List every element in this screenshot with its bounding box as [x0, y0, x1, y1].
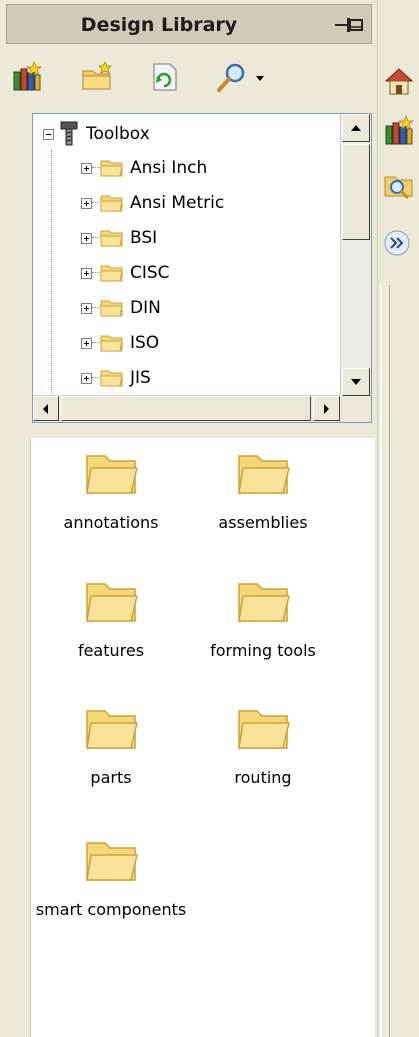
hscroll-thumb[interactable]: [61, 396, 311, 421]
expand-toggle-icon[interactable]: [81, 337, 92, 349]
folder-icon: [100, 230, 123, 247]
tree-item-label: JIS: [130, 368, 151, 388]
home-tab-icon[interactable]: [382, 64, 416, 98]
panel-title-bar: Design Library: [6, 4, 372, 44]
search-icon[interactable]: [215, 60, 249, 94]
tree-item-folder[interactable]: CISC: [81, 256, 170, 290]
file-item[interactable]: features: [31, 576, 191, 662]
folder-icon: [86, 842, 138, 881]
collapse-toggle-icon[interactable]: [43, 128, 54, 140]
file-item[interactable]: smart components: [31, 835, 191, 921]
folder-icon: [100, 300, 123, 317]
file-item[interactable]: annotations: [31, 448, 191, 534]
expand-toggle-icon[interactable]: [81, 372, 92, 384]
tree-item-folder[interactable]: ISO: [81, 326, 159, 360]
add-to-library-icon[interactable]: [10, 60, 44, 94]
tree-item-label: BSI: [130, 228, 158, 248]
expand-toggle-icon[interactable]: [81, 267, 92, 279]
expand-toggle-icon[interactable]: [81, 232, 92, 244]
file-item-label: annotations: [63, 513, 159, 532]
arrow-down-icon: [351, 379, 361, 385]
task-pane-divider: [380, 285, 390, 1037]
dropdown-arrow-icon[interactable]: [250, 60, 270, 94]
folder-icon: [86, 583, 138, 622]
folder-icon: [86, 710, 138, 749]
expand-toggle-icon[interactable]: [81, 162, 92, 174]
scroll-thumb[interactable]: [342, 144, 370, 240]
scroll-right-button[interactable]: [313, 396, 340, 421]
folder-icon: [86, 455, 138, 494]
expand-chevron-icon[interactable]: [382, 228, 412, 258]
library-toolbar: [10, 60, 370, 96]
expand-toggle-icon[interactable]: [81, 197, 92, 209]
tree-item-label: CISC: [130, 263, 170, 283]
file-item[interactable]: assemblies: [183, 448, 343, 534]
refresh-icon[interactable]: [148, 60, 182, 94]
folder-icon: [100, 195, 123, 212]
arrow-up-icon: [351, 125, 361, 131]
folder-icon: [100, 370, 123, 387]
design-library-panel: Design Library Toolbox Ansi Inch Ansi Me…: [0, 0, 377, 1037]
folder-icon: [100, 265, 123, 282]
toolbox-icon: [60, 121, 78, 146]
file-item-label: routing: [234, 768, 292, 787]
tree-item-label: ISO: [130, 333, 160, 353]
file-item-label: smart components: [35, 900, 187, 919]
file-item[interactable]: routing: [183, 703, 343, 789]
folder-icon: [100, 160, 123, 177]
tree-item-folder[interactable]: Ansi Metric: [81, 186, 224, 220]
panel-title: Design Library: [80, 14, 238, 36]
file-list-pane: annotations assemblies features forming too…: [30, 438, 375, 1037]
toolbox-tree: Toolbox Ansi Inch Ansi Metric BSI CISC DIN IS…: [32, 113, 372, 423]
pin-icon[interactable]: [333, 15, 365, 35]
tree-item-label: Toolbox: [86, 124, 150, 144]
design-library-tab-icon[interactable]: [382, 114, 416, 148]
pane-splitter[interactable]: [30, 427, 374, 435]
tree-viewport: Toolbox Ansi Inch Ansi Metric BSI CISC DIN IS…: [33, 114, 341, 397]
file-item-label: parts: [90, 768, 132, 787]
folder-icon: [238, 710, 290, 749]
new-folder-icon[interactable]: [80, 60, 114, 94]
file-explorer-tab-icon[interactable]: [382, 168, 416, 202]
file-item-label: features: [77, 641, 145, 660]
tree-horizontal-scrollbar[interactable]: [33, 395, 341, 422]
tree-item-folder[interactable]: DIN: [81, 291, 161, 325]
tree-item-folder[interactable]: BSI: [81, 221, 157, 255]
folder-icon: [238, 455, 290, 494]
scrollbar-corner: [341, 396, 371, 422]
scroll-down-button[interactable]: [342, 368, 370, 396]
file-item-label: forming tools: [210, 641, 316, 660]
file-item[interactable]: parts: [31, 703, 191, 789]
folder-icon: [100, 335, 123, 352]
tree-item-folder[interactable]: JIS: [81, 361, 151, 395]
tree-item-folder[interactable]: Ansi Inch: [81, 151, 207, 185]
arrow-right-icon: [324, 404, 329, 414]
expand-toggle-icon[interactable]: [81, 302, 92, 314]
folder-icon: [238, 583, 290, 622]
scroll-up-button[interactable]: [342, 114, 370, 142]
arrow-left-icon: [43, 404, 48, 414]
tree-item-label: DIN: [130, 298, 161, 318]
tree-item-toolbox[interactable]: Toolbox: [43, 117, 150, 151]
tree-vertical-scrollbar[interactable]: [340, 114, 371, 397]
file-item-label: assemblies: [218, 513, 308, 532]
file-item[interactable]: forming tools: [183, 576, 343, 662]
scroll-left-button[interactable]: [33, 396, 59, 421]
tree-item-label: Ansi Inch: [130, 158, 208, 178]
tree-item-label: Ansi Metric: [130, 193, 225, 213]
